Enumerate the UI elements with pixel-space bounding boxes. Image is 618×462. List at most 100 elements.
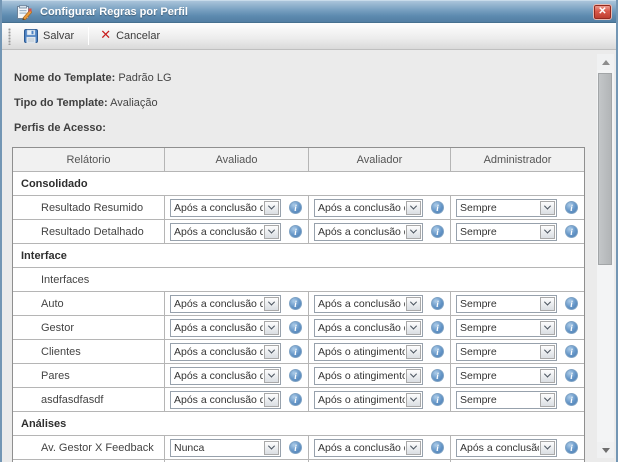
info-icon[interactable]: i <box>565 441 578 454</box>
select-arrow-button[interactable] <box>540 345 555 359</box>
info-icon[interactable]: i <box>289 345 302 358</box>
scrollbar-up-button[interactable] <box>597 54 614 70</box>
rule-select[interactable]: Após a conclusão da Avaliação <box>314 199 423 217</box>
select-arrow-button[interactable] <box>264 345 279 359</box>
select-arrow-button[interactable] <box>540 441 555 455</box>
rule-select[interactable]: Após a conclusão da etapa <box>170 391 281 409</box>
select-arrow-button[interactable] <box>540 225 555 239</box>
rule-select[interactable]: Após a conclusão da etapa <box>170 223 281 241</box>
select-arrow-button[interactable] <box>406 225 421 239</box>
rule-select[interactable]: Após a conclusão da etapa <box>170 295 281 313</box>
rule-select[interactable]: Após a conclusão da Avaliação <box>314 319 423 337</box>
info-icon[interactable]: i <box>289 441 302 454</box>
select-arrow-button[interactable] <box>540 393 555 407</box>
info-icon[interactable]: i <box>431 201 444 214</box>
select-arrow-button[interactable] <box>406 441 421 455</box>
select-arrow-button[interactable] <box>406 321 421 335</box>
info-icon[interactable]: i <box>565 369 578 382</box>
rule-select[interactable]: Sempre <box>456 367 557 385</box>
save-button-label: Salvar <box>43 30 74 42</box>
select-arrow-button[interactable] <box>540 321 555 335</box>
select-value: Após o atingimento do mínimo <box>315 394 405 406</box>
info-icon[interactable]: i <box>565 345 578 358</box>
rule-cell: Após a conclusão da etapa i <box>165 292 309 315</box>
info-icon[interactable]: i <box>289 297 302 310</box>
info-icon[interactable]: i <box>289 369 302 382</box>
rule-select[interactable]: Após o atingimento do mínimo <box>314 367 423 385</box>
table-row: asdfasdfasdfApós a conclusão da etapaiAp… <box>13 388 584 412</box>
select-arrow-button[interactable] <box>264 393 279 407</box>
rule-select[interactable]: Após a conclusão da etapa <box>314 439 423 457</box>
select-arrow-button[interactable] <box>406 297 421 311</box>
select-value: Após a conclusão da Avaliação <box>315 322 405 334</box>
info-icon[interactable]: i <box>289 321 302 334</box>
info-icon[interactable]: i <box>431 345 444 358</box>
info-icon[interactable]: i <box>431 369 444 382</box>
select-arrow-button[interactable] <box>264 201 279 215</box>
info-icon[interactable]: i <box>565 297 578 310</box>
info-icon[interactable]: i <box>431 441 444 454</box>
select-value: Após a conclusão da etapa <box>171 394 263 406</box>
rules-table-body: ConsolidadoResultado ResumidoApós a conc… <box>13 172 584 462</box>
info-icon[interactable]: i <box>565 201 578 214</box>
rule-select[interactable]: Sempre <box>456 319 557 337</box>
row-label: asdfasdfasdf <box>13 388 165 411</box>
cancel-button[interactable]: ✕ Cancelar <box>94 26 169 46</box>
select-arrow-button[interactable] <box>264 369 279 383</box>
select-arrow-button[interactable] <box>264 225 279 239</box>
close-button[interactable]: ✕ <box>593 4 612 20</box>
info-icon[interactable]: i <box>289 201 302 214</box>
save-button[interactable]: Salvar <box>18 25 83 47</box>
select-arrow-button[interactable] <box>406 345 421 359</box>
select-arrow-button[interactable] <box>540 201 555 215</box>
info-icon[interactable]: i <box>565 393 578 406</box>
rule-select[interactable]: Sempre <box>456 199 557 217</box>
toolbar-grip[interactable] <box>8 28 11 45</box>
info-icon[interactable]: i <box>289 225 302 238</box>
rule-select[interactable]: Sempre <box>456 295 557 313</box>
info-icon[interactable]: i <box>431 321 444 334</box>
table-row: AutoApós a conclusão da etapaiApós a con… <box>13 292 584 316</box>
select-value: Após o atingimento do mínimo <box>315 370 405 382</box>
row-label: Auto <box>13 292 165 315</box>
scrollbar-thumb[interactable] <box>598 73 612 265</box>
rule-cell: Após a conclusão da Avaliação i <box>309 316 451 339</box>
rule-select[interactable]: Após a conclusão da etapa <box>170 319 281 337</box>
chevron-down-icon <box>544 299 551 306</box>
rule-cell: Após a conclusão da etapa i <box>165 388 309 411</box>
rule-select[interactable]: Sempre <box>456 343 557 361</box>
dialog-content: Nome do Template: Padrão LG Tipo do Temp… <box>2 51 616 462</box>
rule-select[interactable]: Após o atingimento do mínimo <box>314 343 423 361</box>
rule-cell: Semprei <box>451 388 584 411</box>
scrollbar-down-button[interactable] <box>597 442 614 458</box>
select-arrow-button[interactable] <box>406 201 421 215</box>
select-arrow-button[interactable] <box>264 321 279 335</box>
rule-select[interactable]: Após a conclusão da etapa <box>170 367 281 385</box>
info-icon[interactable]: i <box>431 393 444 406</box>
rule-select[interactable]: Nunca <box>170 439 281 457</box>
chevron-down-icon <box>410 299 417 306</box>
save-icon <box>24 29 38 43</box>
rule-select[interactable]: Sempre <box>456 223 557 241</box>
rule-select[interactable]: Após a conclusão da etapa <box>456 439 557 457</box>
select-arrow-button[interactable] <box>540 369 555 383</box>
select-arrow-button[interactable] <box>540 297 555 311</box>
rule-select[interactable]: Após o atingimento do mínimo <box>314 391 423 409</box>
rule-select[interactable]: Após a conclusão da etapa <box>170 343 281 361</box>
select-arrow-button[interactable] <box>264 297 279 311</box>
rule-select[interactable]: Sempre <box>456 391 557 409</box>
template-type-label: Tipo do Template: <box>14 97 108 109</box>
rule-select[interactable]: Após a conclusão da Autoavaliação <box>314 295 423 313</box>
table-row: Resultado DetalhadoApós a conclusão da e… <box>13 220 584 244</box>
rule-select[interactable]: Após a conclusão da etapa <box>170 199 281 217</box>
info-icon[interactable]: i <box>289 393 302 406</box>
info-icon[interactable]: i <box>431 297 444 310</box>
select-arrow-button[interactable] <box>406 393 421 407</box>
select-arrow-button[interactable] <box>264 441 279 455</box>
info-icon[interactable]: i <box>565 321 578 334</box>
vertical-scrollbar[interactable] <box>597 54 614 458</box>
info-icon[interactable]: i <box>431 225 444 238</box>
rule-select[interactable]: Após a conclusão da Avaliação <box>314 223 423 241</box>
select-arrow-button[interactable] <box>406 369 421 383</box>
info-icon[interactable]: i <box>565 225 578 238</box>
